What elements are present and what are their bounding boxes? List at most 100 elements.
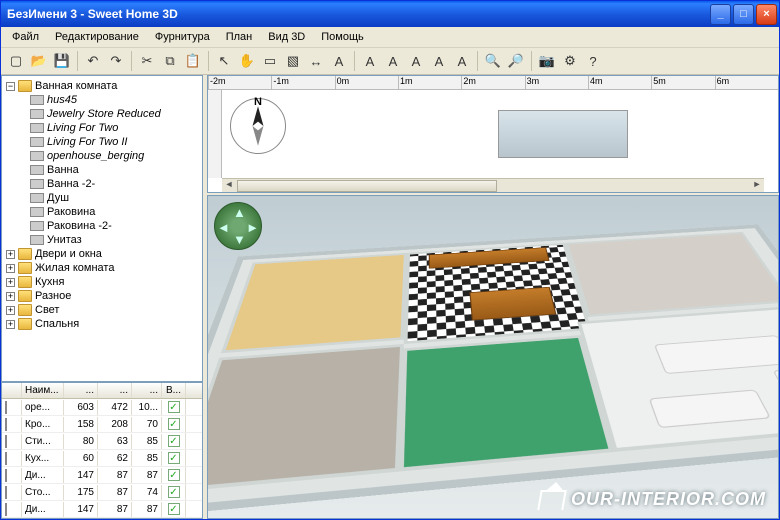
snapshot-icon[interactable]: 📷	[536, 50, 558, 72]
item-icon	[30, 165, 44, 175]
menu-План[interactable]: План	[219, 29, 260, 45]
expander-icon[interactable]: +	[6, 278, 15, 287]
nav-up-icon[interactable]: ▲	[233, 205, 246, 220]
text-a3-icon[interactable]: A	[405, 50, 427, 72]
item-icon	[30, 137, 44, 147]
tree-category[interactable]: +Спальня	[4, 317, 200, 331]
item-icon	[30, 151, 44, 161]
open-file-icon[interactable]: 📂	[28, 50, 50, 72]
nav-right-icon[interactable]: ►	[246, 220, 259, 235]
visible-checkbox[interactable]: ✓	[168, 469, 180, 481]
zoom-out-icon[interactable]: 🔎	[505, 50, 527, 72]
visible-checkbox[interactable]: ✓	[168, 503, 180, 515]
copy-icon[interactable]: ⧉	[159, 50, 181, 72]
text-a1-icon[interactable]: A	[359, 50, 381, 72]
paste-icon[interactable]: 📋	[182, 50, 204, 72]
menu-Фурнитура[interactable]: Фурнитура	[148, 29, 217, 45]
menu-Помощь[interactable]: Помощь	[314, 29, 371, 45]
text-icon[interactable]: A	[328, 50, 350, 72]
view-3d[interactable]: ▲ ▼ ◄ ►	[207, 195, 779, 519]
watermark-text: OUR-INTERIOR.COM	[571, 489, 766, 510]
save-icon[interactable]: 💾	[51, 50, 73, 72]
cut-icon[interactable]: ✂	[136, 50, 158, 72]
visible-checkbox[interactable]: ✓	[168, 401, 180, 413]
wall-icon[interactable]: ▭	[259, 50, 281, 72]
tree-category[interactable]: +Жилая комната	[4, 261, 200, 275]
table-row[interactable]: Ди...1478787✓	[2, 467, 202, 484]
help-icon[interactable]: ?	[582, 50, 604, 72]
text-a2-icon[interactable]: A	[382, 50, 404, 72]
tree-item[interactable]: Раковина -2-	[4, 219, 200, 233]
tree-item[interactable]: openhouse_berging	[4, 149, 200, 163]
tree-item[interactable]: Ванна -2-	[4, 177, 200, 191]
tree-item[interactable]: Душ	[4, 191, 200, 205]
compass[interactable]: N	[230, 98, 286, 154]
table-row[interactable]: Сти...806385✓	[2, 433, 202, 450]
expander-icon[interactable]: +	[6, 250, 15, 259]
item-icon	[30, 109, 44, 119]
room-icon[interactable]: ▧	[282, 50, 304, 72]
text-a4-icon[interactable]: A	[428, 50, 450, 72]
pointer-icon[interactable]: ↖	[213, 50, 235, 72]
table-row[interactable]: оре...60347210...✓	[2, 399, 202, 416]
tree-item[interactable]: Living For Two	[4, 121, 200, 135]
maximize-button[interactable]: □	[733, 4, 754, 25]
folder-icon	[18, 304, 32, 316]
tree-item[interactable]: hus45	[4, 93, 200, 107]
menu-Редактирование[interactable]: Редактирование	[48, 29, 146, 45]
text-a5-icon[interactable]: A	[451, 50, 473, 72]
furniture-table[interactable]: Наим............В...оре...60347210...✓Кр…	[1, 382, 203, 519]
nav-pad[interactable]: ▲ ▼ ◄ ►	[214, 202, 262, 250]
redo-icon[interactable]: ↷	[105, 50, 127, 72]
folder-icon	[18, 318, 32, 330]
floorplan-3d	[207, 224, 779, 517]
tree-category[interactable]: +Кухня	[4, 275, 200, 289]
expander-icon[interactable]: +	[6, 264, 15, 273]
scroll-right-icon[interactable]: ►	[750, 179, 764, 192]
tree-category[interactable]: +Двери и окна	[4, 247, 200, 261]
plan-view[interactable]: -2m-1m0m1m2m3m4m5m6m N ◄ ►	[207, 75, 779, 193]
expander-icon[interactable]: +	[6, 320, 15, 329]
catalog-tree[interactable]: −Ванная комнатаhus45Jewelry Store Reduce…	[1, 75, 203, 382]
app-window: БезИмени 3 - Sweet Home 3D _ □ × ФайлРед…	[0, 0, 780, 520]
visible-checkbox[interactable]: ✓	[168, 435, 180, 447]
dimension-icon[interactable]: ↔	[305, 50, 327, 72]
visible-checkbox[interactable]: ✓	[168, 452, 180, 464]
nav-down-icon[interactable]: ▼	[233, 232, 246, 247]
titlebar[interactable]: БезИмени 3 - Sweet Home 3D _ □ ×	[1, 1, 779, 27]
visible-checkbox[interactable]: ✓	[168, 418, 180, 430]
undo-icon[interactable]: ↶	[82, 50, 104, 72]
table-row[interactable]: Ди...1478787✓	[2, 501, 202, 518]
tree-item[interactable]: Living For Two II	[4, 135, 200, 149]
scroll-thumb[interactable]	[237, 180, 497, 192]
table-header[interactable]: Наим............В...	[2, 383, 202, 399]
expander-icon[interactable]: −	[6, 82, 15, 91]
close-button[interactable]: ×	[756, 4, 777, 25]
plan-mini-model	[498, 110, 628, 158]
expander-icon[interactable]: +	[6, 292, 15, 301]
zoom-in-icon[interactable]: 🔍	[482, 50, 504, 72]
new-file-icon[interactable]: ▢	[5, 50, 27, 72]
row-icon	[5, 418, 7, 431]
prefs-icon[interactable]: ⚙	[559, 50, 581, 72]
tree-category[interactable]: +Свет	[4, 303, 200, 317]
menu-Вид 3D[interactable]: Вид 3D	[261, 29, 312, 45]
pan-icon[interactable]: ✋	[236, 50, 258, 72]
table-row[interactable]: Сто...1758774✓	[2, 484, 202, 501]
tree-item[interactable]: Унитаз	[4, 233, 200, 247]
tree-item[interactable]: Раковина	[4, 205, 200, 219]
visible-checkbox[interactable]: ✓	[168, 486, 180, 498]
tree-category[interactable]: +Разное	[4, 289, 200, 303]
table-row[interactable]: Кух...606285✓	[2, 450, 202, 467]
tree-item[interactable]: Jewelry Store Reduced	[4, 107, 200, 121]
scroll-left-icon[interactable]: ◄	[222, 179, 236, 192]
tree-item[interactable]: Ванна	[4, 163, 200, 177]
expander-icon[interactable]: +	[6, 306, 15, 315]
nav-left-icon[interactable]: ◄	[217, 220, 230, 235]
toolbar: ▢📂💾↶↷✂⧉📋↖✋▭▧↔AAAAAA🔍🔎📷⚙?	[1, 48, 779, 75]
menu-Файл[interactable]: Файл	[5, 29, 46, 45]
watermark: OUR-INTERIOR.COM	[539, 489, 766, 510]
minimize-button[interactable]: _	[710, 4, 731, 25]
table-row[interactable]: Кро...15820870✓	[2, 416, 202, 433]
plan-scrollbar[interactable]: ◄ ►	[222, 178, 764, 192]
